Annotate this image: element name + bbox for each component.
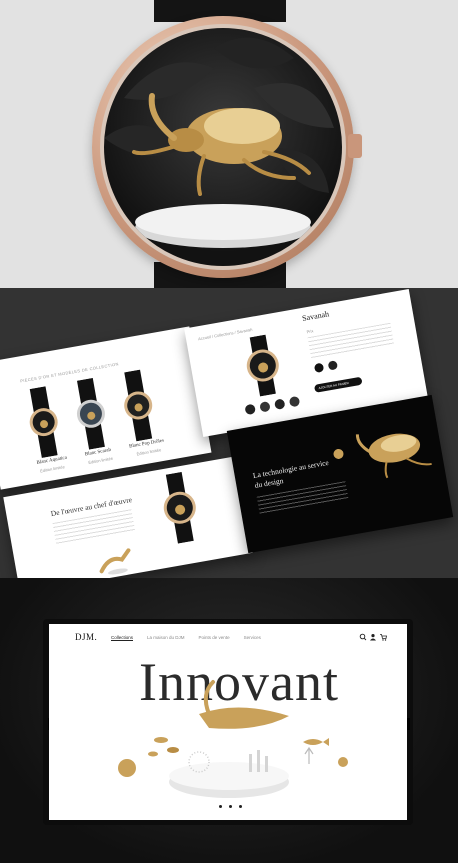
site-nav: Collections La maison du DJM Points de v… xyxy=(111,635,261,641)
slider-dot-2[interactable] xyxy=(229,805,232,808)
nav-services[interactable]: Services xyxy=(244,635,261,641)
hero-watch-image xyxy=(0,0,458,288)
hero-sculpture xyxy=(118,680,348,798)
slider-dots xyxy=(219,805,242,808)
nav-points-de-vente[interactable]: Points de vente xyxy=(199,635,230,641)
product-title: Savanah xyxy=(301,309,330,323)
product-price: Prix xyxy=(306,328,314,335)
beetle-illustration xyxy=(104,37,334,248)
nav-collections[interactable]: Collections xyxy=(111,635,134,641)
cart-icon[interactable] xyxy=(380,634,387,641)
product-description xyxy=(307,322,395,360)
product-watch-image xyxy=(246,334,279,397)
color-swatches[interactable] xyxy=(312,358,344,375)
watch-dial xyxy=(104,28,342,266)
watch-crown xyxy=(348,134,362,158)
product-sub-2: Édition limitée xyxy=(87,455,114,465)
website-screen: DJM. Collections La maison du DJM Points… xyxy=(49,624,407,820)
add-to-cart-button[interactable]: AJOUTER AU PANIER xyxy=(313,376,363,393)
slider-dot-3[interactable] xyxy=(239,805,242,808)
website-showcase: PIÈCES D'OR ET MODÈLES DE COLLECTION Bla… xyxy=(0,288,458,578)
header-icons xyxy=(359,633,387,641)
gold-beetle-icon xyxy=(355,433,432,479)
oeuvre-watch-image xyxy=(163,471,196,544)
technology-heading-1: La technologie au service xyxy=(252,457,330,481)
search-icon[interactable] xyxy=(359,633,367,641)
product-sub-1: Édition limitée xyxy=(39,464,66,474)
product-sub-3: Édition limitée xyxy=(136,447,162,457)
slider-dot-1[interactable] xyxy=(219,805,222,808)
user-icon[interactable] xyxy=(370,634,376,641)
add-to-cart-label: AJOUTER AU PANIER xyxy=(318,380,350,391)
gold-sculpture-icon xyxy=(99,548,131,575)
nav-maison[interactable]: La maison du DJM xyxy=(147,635,185,641)
site-logo[interactable]: DJM. xyxy=(75,632,97,642)
gold-sphere xyxy=(333,448,344,459)
